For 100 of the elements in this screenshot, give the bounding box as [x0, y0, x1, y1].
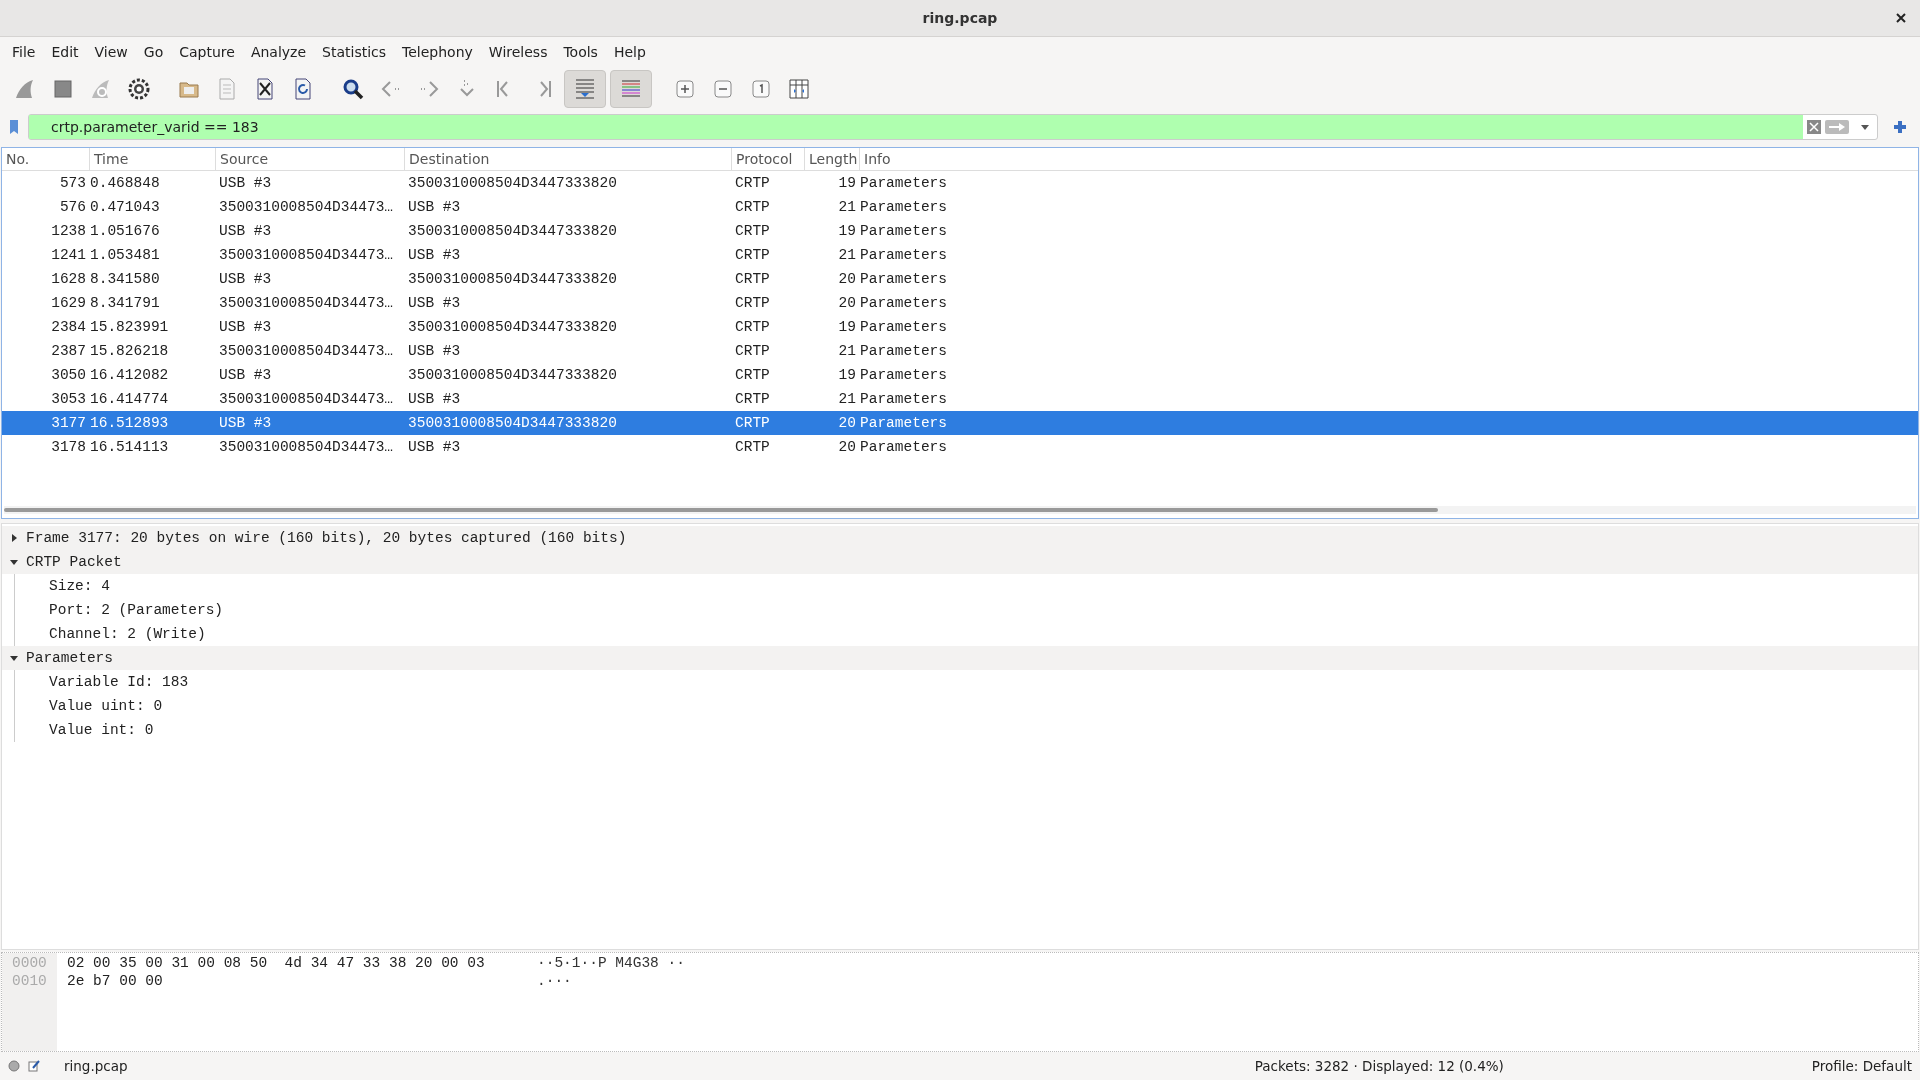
menu-item[interactable]: Statistics — [314, 44, 395, 60]
packet-row[interactable]: 3050 16.412082 USB #3 3500310008504D3447333820 CRTP 19 Parameters — [2, 363, 1918, 387]
column-header[interactable]: Info — [860, 148, 1918, 170]
table-cell-text: 0.471043 — [90, 199, 161, 215]
table-cell-text: USB #3 — [407, 295, 462, 311]
menu-item[interactable]: Go — [135, 44, 172, 60]
packet-row[interactable]: 2387 15.826218 3500310008504D34473… USB #3 CRTP 21 Parameters — [2, 339, 1918, 363]
packet-row[interactable]: 1629 8.341791 3500310008504D34473… USB #3 CRTP 20 Parameters — [2, 291, 1918, 315]
menu-item[interactable]: Telephony — [394, 44, 481, 60]
table-cell-text: 2384 — [50, 319, 87, 335]
window-title: ring.pcap — [922, 10, 998, 26]
table-cell-text: Parameters — [860, 391, 948, 407]
table-cell-text: 3500310008504D3447333820 — [407, 415, 618, 431]
hex-bytes: 02 00 35 00 31 00 08 50 4d 34 47 33 38 20 00 03 — [67, 955, 486, 973]
table-cell-text: USB #3 — [407, 439, 462, 455]
tree-item[interactable]: Channel: 2 (Write) — [45, 626, 206, 642]
packet-row[interactable]: 2384 15.823991 USB #3 3500310008504D3447333820 CRTP 19 Parameters — [2, 315, 1918, 339]
table-cell-text: USB #3 — [218, 223, 273, 239]
menu-item[interactable]: Tools — [555, 44, 606, 60]
packet-row[interactable]: 1238 1.051676 USB #3 3500310008504D3447333820 CRTP 19 Parameters — [2, 219, 1918, 243]
ascii-bytes: ··5·1··P M4G38 ·· — [537, 955, 685, 973]
table-cell-text: 1241 — [50, 247, 87, 263]
table-cell-text: 3500310008504D34473… — [218, 343, 395, 359]
menu-item[interactable]: Analyze — [242, 44, 315, 60]
status-dot-icon[interactable] — [8, 1060, 20, 1072]
column-header[interactable]: Protocol — [732, 148, 805, 170]
table-cell-text: 1.051676 — [90, 223, 161, 239]
column-header[interactable]: Length — [805, 148, 860, 170]
column-header[interactable]: No. — [2, 148, 90, 170]
expander-arrow-icon[interactable] — [10, 534, 18, 542]
packet-row[interactable]: 3177 16.512893 USB #3 3500310008504D3447333820 CRTP 20 Parameters — [2, 411, 1918, 435]
table-cell-text: Parameters — [860, 223, 948, 239]
table-cell-text: CRTP — [734, 391, 771, 407]
menu-item[interactable]: Wireless — [480, 44, 556, 60]
packet-row[interactable]: 3053 16.414774 3500310008504D34473… USB #3 CRTP 21 Parameters — [2, 387, 1918, 411]
table-cell-text: 3500310008504D3447333820 — [407, 223, 618, 239]
tree-item[interactable]: Variable Id: 183 — [45, 674, 189, 690]
dropdown-caret-icon[interactable] — [1861, 124, 1869, 130]
table-cell-text: 19 — [837, 319, 857, 335]
close-icon[interactable] — [1896, 13, 1906, 23]
table-cell-text: 1629 — [50, 295, 87, 311]
packet-row[interactable]: 573 0.468848 USB #3 3500310008504D3447333820 CRTP 19 Parameters — [2, 171, 1918, 195]
table-cell-text: 3500310008504D34473… — [218, 391, 395, 407]
menu-item[interactable]: Help — [605, 44, 654, 60]
bookmark-icon[interactable] — [10, 120, 18, 134]
expander-arrow-icon[interactable] — [10, 558, 18, 566]
tree-item[interactable]: Value uint: 0 — [45, 698, 163, 714]
menu-item[interactable]: Edit — [43, 44, 87, 60]
table-cell-text: CRTP — [734, 367, 771, 383]
table-cell-text: 3500310008504D3447333820 — [407, 175, 618, 191]
table-cell-text: USB #3 — [407, 391, 462, 407]
table-cell-text: 21 — [837, 343, 857, 359]
horizontal-scrollbar[interactable] — [4, 506, 1916, 514]
autoscroll-icon[interactable] — [573, 77, 597, 101]
table-cell-text: Parameters — [860, 271, 948, 287]
table-cell-text: 3178 — [50, 439, 87, 455]
tree-item[interactable]: CRTP Packet — [26, 554, 122, 570]
table-cell-text: Parameters — [860, 439, 948, 455]
column-header[interactable]: Source — [216, 148, 405, 170]
menu-item[interactable]: File — [4, 44, 44, 60]
tree-item[interactable]: Port: 2 (Parameters) — [45, 602, 224, 618]
packet-row[interactable]: 1628 8.341580 USB #3 3500310008504D3447333820 CRTP 20 Parameters — [2, 267, 1918, 291]
add-filter-icon[interactable] — [1894, 121, 1906, 133]
packet-row[interactable]: 576 0.471043 3500310008504D34473… USB #3 CRTP 21 Parameters — [2, 195, 1918, 219]
table-cell-text: 576 — [58, 199, 87, 215]
table-cell-text: 19 — [837, 367, 857, 383]
table-cell-text: 3500310008504D34473… — [218, 439, 395, 455]
tree-item[interactable]: Size: 4 — [45, 578, 110, 594]
table-cell-text: CRTP — [734, 319, 771, 335]
status-profile[interactable]: Profile: Default — [1811, 1058, 1912, 1074]
packet-row[interactable]: 1241 1.053481 3500310008504D34473… USB #3 CRTP 21 Parameters — [2, 243, 1918, 267]
table-cell-text: USB #3 — [407, 247, 462, 263]
table-cell-text: 1628 — [50, 271, 87, 287]
status-file-name: ring.pcap — [64, 1058, 128, 1074]
menu-item[interactable]: View — [86, 44, 136, 60]
ascii-bytes: .··· — [537, 973, 572, 991]
table-cell-text: CRTP — [734, 199, 771, 215]
table-cell-text: Parameters — [860, 319, 948, 335]
table-cell-text: CRTP — [734, 247, 771, 263]
table-cell-text: CRTP — [734, 175, 771, 191]
edit-comment-icon[interactable] — [28, 1060, 40, 1072]
column-header[interactable]: Destination — [405, 148, 732, 170]
table-cell-text: CRTP — [734, 343, 771, 359]
filter-field[interactable]: crtp.parameter_varid == 183 — [28, 114, 1878, 140]
table-cell-text: 1238 — [50, 223, 87, 239]
tree-item[interactable]: Value int: 0 — [45, 722, 154, 738]
table-cell-text: USB #3 — [218, 319, 273, 335]
table-cell-text: USB #3 — [218, 367, 273, 383]
column-header[interactable]: Time — [90, 148, 216, 170]
packet-row[interactable]: 3178 16.514113 3500310008504D34473… USB #3 CRTP 20 Parameters — [2, 435, 1918, 459]
hex-bytes: 2e b7 00 00 — [67, 973, 164, 991]
table-cell-text: 1.053481 — [90, 247, 161, 263]
table-cell-text: 15.826218 — [90, 343, 170, 359]
table-cell-text: Parameters — [860, 343, 948, 359]
expander-arrow-icon[interactable] — [10, 654, 18, 662]
table-cell-text: Parameters — [860, 295, 948, 311]
tree-item[interactable]: Parameters — [26, 650, 113, 666]
menu-item[interactable]: Capture — [171, 44, 243, 60]
clear-icon[interactable] — [1807, 120, 1821, 134]
table-cell-text: 20 — [837, 271, 857, 287]
